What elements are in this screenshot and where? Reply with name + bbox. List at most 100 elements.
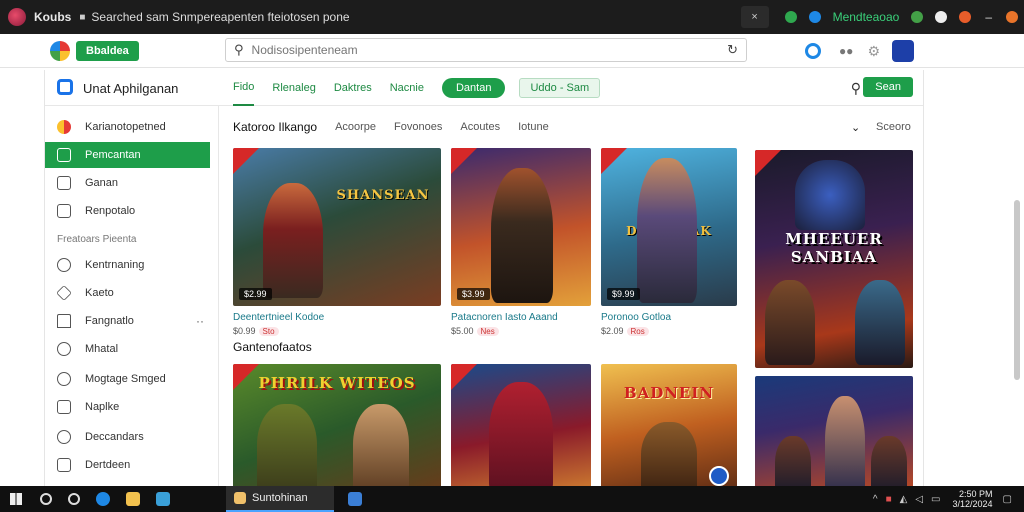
- extension-icon[interactable]: [808, 11, 821, 23]
- browser-icon[interactable]: [1006, 11, 1018, 23]
- app-logo-icon: [8, 8, 26, 26]
- price-badge: $3.99: [457, 288, 490, 300]
- windows-start-icon[interactable]: [10, 493, 22, 505]
- notifications-icon[interactable]: ▢: [1003, 494, 1012, 505]
- extension-icon[interactable]: [784, 11, 797, 23]
- price-badge: $9.99: [607, 288, 640, 300]
- game-card[interactable]: SHANSEAN $2.99: [233, 148, 441, 306]
- category-item[interactable]: Acoorpe: [335, 121, 376, 133]
- character-art: [257, 404, 317, 486]
- sale-ribbon: [451, 364, 477, 390]
- network-icon[interactable]: ◭: [900, 494, 908, 505]
- character-art: [825, 396, 865, 486]
- more-options-icon[interactable]: ●●: [839, 44, 854, 58]
- category-main[interactable]: Katoroo Ilkango: [233, 120, 317, 134]
- search-input[interactable]: [251, 43, 702, 57]
- character-art: [871, 436, 907, 486]
- price-badge: $2.99: [239, 288, 272, 300]
- card-title[interactable]: Poronoo Gotloa: [601, 312, 671, 323]
- category-item[interactable]: Iotune: [518, 121, 549, 133]
- library-icon: [57, 176, 71, 190]
- sidebar-item-deccandars[interactable]: Deccandars: [45, 424, 210, 450]
- settings-icon[interactable]: [935, 11, 948, 23]
- task-view-icon[interactable]: [68, 493, 80, 505]
- gear-icon[interactable]: ⚙: [867, 43, 880, 60]
- sidebar-item-kentrnaning[interactable]: Kentrnaning: [45, 252, 210, 278]
- battery-icon[interactable]: ▭: [931, 494, 940, 505]
- tab-nacnie[interactable]: Nacnie: [390, 70, 424, 106]
- volume-icon[interactable]: ◁: [915, 494, 923, 505]
- play-icon[interactable]: [709, 466, 729, 486]
- character-art: [795, 160, 865, 230]
- tab-rlenaleg[interactable]: Rlenaleg: [272, 70, 315, 106]
- chevron-down-icon[interactable]: ⌄: [851, 121, 860, 134]
- extension-label[interactable]: Mendteaoao: [833, 10, 900, 24]
- sale-ribbon: [233, 148, 259, 174]
- sync-icon[interactable]: [804, 43, 821, 59]
- secondary-pill-button[interactable]: Uddo - Sam: [519, 78, 601, 98]
- taskbar-active-app[interactable]: Suntohinan: [226, 486, 334, 512]
- sidebar-item-naplke[interactable]: Naplke: [45, 394, 210, 420]
- game-card[interactable]: [451, 364, 591, 486]
- refresh-icon[interactable]: ↻: [727, 42, 738, 58]
- game-card[interactable]: [755, 376, 913, 486]
- category-more-link[interactable]: Sceoro: [876, 121, 911, 133]
- store-icon[interactable]: [156, 492, 170, 506]
- edge-browser-icon[interactable]: [96, 492, 110, 506]
- store-icon: [57, 148, 71, 162]
- category-item[interactable]: Acoutes: [460, 121, 500, 133]
- more-icon[interactable]: ··: [196, 314, 204, 328]
- minimize-button[interactable]: –: [985, 10, 992, 24]
- tab-daktres[interactable]: Daktres: [334, 70, 372, 106]
- clock-icon: [57, 372, 71, 386]
- address-url[interactable]: Searched sam Snmpereapenten fteiotosen p…: [91, 10, 349, 24]
- shield-icon[interactable]: ■: [886, 494, 892, 505]
- sidebar-item-karianotopetned[interactable]: Karianotopetned: [45, 114, 210, 140]
- sidebar: Karianotopetned Pemcantan Ganan Renpotal…: [45, 106, 219, 486]
- list-icon: [57, 400, 71, 414]
- card-title[interactable]: Deentertnieel Kodoe: [233, 312, 324, 323]
- sidebar-item-renpotalo[interactable]: Renpotalo: [45, 198, 210, 224]
- card-meta: $5.00 Nes: [451, 326, 499, 336]
- sale-ribbon: [755, 150, 781, 176]
- character-art: [637, 158, 697, 303]
- game-card[interactable]: PHRILK WITEOS: [233, 364, 441, 486]
- action-button[interactable]: Sean: [863, 77, 913, 97]
- tab-fido[interactable]: Fido: [233, 70, 255, 106]
- lock-icon: ■: [79, 11, 86, 23]
- search-icon[interactable]: [40, 493, 52, 505]
- primary-pill-button[interactable]: Dantan: [441, 78, 506, 98]
- category-item[interactable]: Fovonoes: [394, 121, 442, 133]
- browser-titlebar: Koubs ■ Searched sam Snmpereapenten ftei…: [0, 0, 1024, 34]
- avatar[interactable]: [892, 40, 914, 62]
- game-card[interactable]: BADNEIN: [601, 364, 737, 486]
- taskbar-app-label: Suntohinan: [252, 492, 308, 504]
- sidebar-item-pemcantan[interactable]: Pemcantan: [45, 142, 210, 168]
- card-title[interactable]: Patacnoren Iasto Aaand: [451, 312, 558, 323]
- sidebar-item-ganan[interactable]: Ganan: [45, 170, 210, 196]
- card-meta: $2.09 Ros: [601, 326, 649, 336]
- sidebar-item-mogtage-smged[interactable]: Mogtage Smged: [45, 366, 210, 392]
- game-card[interactable]: DHUENIAK $9.99: [601, 148, 737, 306]
- brand-badge[interactable]: Bbaldea: [76, 40, 139, 61]
- sidebar-section-label: Freatoars Pieenta: [57, 234, 137, 245]
- tab-close-button[interactable]: ×: [740, 6, 769, 28]
- sidebar-item-dertdeen[interactable]: Dertdeen: [45, 452, 210, 478]
- clock[interactable]: 2:50 PM 3/12/2024: [953, 489, 993, 509]
- panel-search-icon[interactable]: ⚲: [851, 80, 861, 97]
- chevron-up-icon[interactable]: ^: [873, 494, 878, 505]
- page-scrollbar[interactable]: [1014, 200, 1020, 380]
- brand-logo-icon[interactable]: [50, 40, 70, 61]
- game-card[interactable]: $3.99: [451, 148, 591, 306]
- search-bar[interactable]: ⚲ ↻: [225, 38, 747, 62]
- sidebar-item-mhatal[interactable]: Mhatal: [45, 336, 210, 362]
- game-card[interactable]: MHEEUER SANBIAA: [755, 150, 913, 368]
- sidebar-item-fangnatlo[interactable]: Fangnatlo ··: [45, 308, 210, 334]
- sidebar-item-kaeto[interactable]: Kaeto: [45, 280, 210, 306]
- profile-icon[interactable]: [911, 11, 924, 23]
- character-art: [641, 422, 697, 486]
- taskbar-app-icon[interactable]: [348, 492, 362, 506]
- file-explorer-icon[interactable]: [126, 492, 140, 506]
- app-header: Bbaldea ⚲ ↻ ●● ⚙: [0, 34, 1024, 68]
- notification-icon[interactable]: [959, 11, 972, 23]
